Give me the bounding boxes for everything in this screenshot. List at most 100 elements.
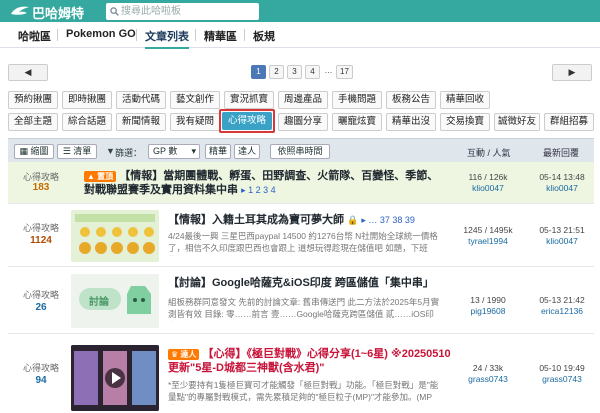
author-link[interactable]: klio0047 [448,183,528,194]
post-page-links[interactable]: ▸ … 37 38 39 [361,215,415,225]
sort-by-time-button[interactable]: 依照串時間 [270,144,330,159]
category-button[interactable]: 我有疑問 [170,113,220,131]
post-title-block[interactable]: 【情報】入籍土耳其成為寶可夢大師 🔒 ▸ … 37 38 39 [168,213,443,227]
page-ellipsis: … [324,66,333,75]
list-toolbar: ▦ 縮圖 ☰ 清單 ▼ 篩選： GP 數 ▾ 精華 達人 依照串時間 互動 / … [8,138,594,162]
post-title-block[interactable]: ♛ 達人 【心得】《極巨對戰》心得分享(1~6星) ※20250510更新"5星… [168,347,458,375]
last-reply-user[interactable]: grass0743 [530,374,594,385]
row-category: 心得攻略 [22,290,59,300]
search-placeholder: 搜尋此哈啦板 [121,6,181,17]
filter-select[interactable]: GP 數 ▾ [148,144,200,159]
category-button[interactable]: 精華出沒 [386,113,436,131]
column-header-last-reply: 最新回覆 [543,148,580,158]
site-logo[interactable]: 巴哈姆特 [10,3,120,21]
top-bar: 巴哈姆特 搜尋此哈啦板 [0,0,600,22]
selection-highlight [219,109,275,133]
nav-item-essence[interactable]: 精華區 [204,28,237,44]
interaction-count: 1245 / 1495k [463,225,513,235]
pin-icon: ▲ [87,172,95,181]
table-row[interactable]: 心得攻略 94 ♛ 達人 【心得】《極巨對戰》心得分享(1~6星) ※20250… [8,335,594,413]
page-button-last[interactable]: 17 [336,65,353,79]
last-reply-user[interactable]: klio0047 [530,183,594,194]
page-button-2[interactable]: 2 [269,65,284,79]
last-reply: 05-13 21:42 erica12136 [530,295,594,317]
row-category: 心得攻略 [22,223,59,233]
interaction-count: 116 / 126k [468,172,508,182]
nav-item-forum[interactable]: 哈啦區 [18,28,51,44]
row-gp-count: 183 [32,182,50,193]
dragon-logo-icon [10,4,32,21]
view-thumbnail-button[interactable]: ▦ 縮圖 [14,144,54,159]
post-thumbnail[interactable] [71,345,159,411]
author-link[interactable]: grass0743 [448,374,528,385]
table-row[interactable]: 心得攻略 1124 【情報】入籍土耳其成為寶可夢大師 🔒 ▸ … 37 38 3… [8,205,594,267]
post-page-links[interactable]: ▸ 1 2 3 4 [241,185,276,195]
category-button[interactable]: 全部主題 [8,113,58,131]
author-link[interactable]: pig19608 [448,306,528,317]
post-stats: 13 / 1990 pig19608 [448,295,528,317]
post-excerpt: 組板務群同意發文 先前的討論文章: 舊串傳送門 此二方法於2025年5月實測皆有… [168,297,440,322]
last-reply-time[interactable]: 05-10 19:49 [530,363,594,374]
category-button[interactable]: 精華回收 [440,91,490,109]
last-reply: 05-14 13:48 klio0047 [530,172,594,194]
chevron-down-icon: ▾ [191,146,196,156]
next-page-button[interactable]: ▶ [552,64,592,81]
category-button[interactable]: 新聞情報 [116,113,166,131]
last-reply-time[interactable]: 05-14 13:48 [530,172,594,183]
post-thumbnail[interactable]: 討論 [71,274,159,328]
category-button[interactable]: 曬寵炫寶 [332,113,382,131]
table-row[interactable]: 心得攻略 183 ▲ 置頂 【情報】當期團體戰、孵蛋、田野調查、火箭隊、百變怪、… [8,162,594,204]
page-button-3[interactable]: 3 [287,65,302,79]
category-button[interactable]: 交易換寶 [440,113,490,131]
crown-icon: ♛ [171,350,179,359]
master-badge-label: 達人 [180,350,197,359]
grid-icon: ▦ [19,146,31,156]
table-row[interactable]: 心得攻略 26 討論 【討論】Google哈薩克&iOS印度 跨區儲值「集中串」… [8,268,594,334]
post-thumbnail[interactable] [71,210,159,262]
page-button-4[interactable]: 4 [305,65,320,79]
filter-icon: ▼ [106,146,115,156]
view-list-label: 清單 [73,146,92,156]
last-reply-user[interactable]: erica12136 [530,306,594,317]
category-button[interactable]: 實況抓寶 [224,91,274,109]
category-button[interactable]: 預約揪團 [8,91,58,109]
category-button[interactable]: 群組招募 [544,113,594,131]
nav-divider [136,29,137,41]
pinned-badge: ▲ 置頂 [84,171,117,182]
author-link[interactable]: tyrael1994 [448,236,528,247]
search-input[interactable]: 搜尋此哈啦板 [106,3,259,20]
category-button[interactable]: 藝文創作 [170,91,220,109]
nav-item-board-name[interactable]: Pokemon GO [66,28,136,40]
nav-item-article-list[interactable]: 文章列表 [145,28,189,49]
nav-item-rules[interactable]: 板規 [253,28,275,44]
post-title[interactable]: 【情報】入籍土耳其成為寶可夢大師 [168,214,344,226]
prev-page-button[interactable]: ◀ [8,64,48,81]
category-button[interactable]: 即時揪團 [62,91,112,109]
row-gp-count: 26 [35,302,47,313]
post-title[interactable]: 【討論】Google哈薩克&iOS印度 跨區儲值「集中串」 [168,276,443,290]
category-button[interactable]: 手機問題 [332,91,382,109]
post-excerpt: 4/24最後一興 三星巴西paypal 14500 約1276台幣 N社開始全球… [168,231,438,256]
post-title[interactable]: 【心得】《極巨對戰》心得分享(1~6星) ※20250510更新"5星-D城都三… [168,348,451,374]
category-button[interactable]: 板務公告 [386,91,436,109]
coin-chart-thumbnail-icon [71,210,159,262]
view-list-button[interactable]: ☰ 清單 [57,144,97,159]
last-reply-time[interactable]: 05-13 21:42 [530,295,594,306]
nav-divider [244,29,245,41]
category-button[interactable]: 誠徵好友 [494,113,540,131]
category-button[interactable]: 活動代碼 [116,91,166,109]
board-nav: 哈啦區 Pokemon GO 文章列表 精華區 板規 [0,22,600,49]
category-button[interactable]: 趣圖分享 [278,113,328,131]
master-filter-button[interactable]: 達人 [234,144,260,159]
last-reply-time[interactable]: 05-13 21:51 [530,225,594,236]
last-reply-user[interactable]: klio0047 [530,236,594,247]
column-header-stats: 互動 / 人氣 [467,148,511,158]
category-button[interactable]: 周邊產品 [278,91,328,109]
post-title-block[interactable]: ▲ 置頂 【情報】當期團體戰、孵蛋、田野調查、火箭隊、百變怪、季節、對戰聯盟賽季… [84,169,444,197]
category-button[interactable]: 綜合話題 [62,113,112,131]
page-button-1[interactable]: 1 [251,65,266,79]
essence-filter-button[interactable]: 精華 [205,144,231,159]
thumbnail-label: 討論 [89,297,109,308]
nav-divider [57,29,58,41]
master-badge: ♛ 達人 [168,349,200,360]
